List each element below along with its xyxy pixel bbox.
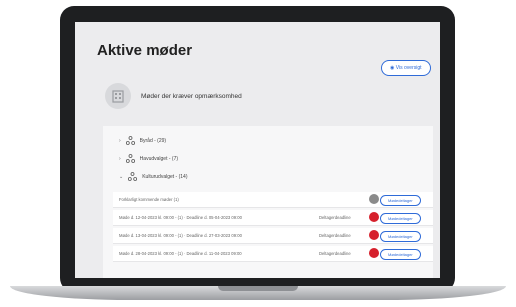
table-row[interactable]: Møde d. 28-04-2023 kl. 09:00 - (1) · Dea…: [113, 246, 433, 262]
status-dot: [369, 194, 379, 204]
participant-button[interactable]: Mødedeltager: [380, 231, 421, 242]
status-dot: [369, 230, 379, 240]
meetings-panel: › Byråd - (29) › Havudvalget - (7) ⌄ Kul…: [103, 126, 433, 278]
building-icon: [105, 83, 131, 109]
view-overview-button[interactable]: ◉ Vis oversigt: [381, 60, 431, 76]
participant-button[interactable]: Mødedeltager: [380, 195, 421, 206]
group-label: Havudvalget - (7): [139, 155, 179, 162]
table-row[interactable]: Møde d. 12-04-2023 kl. 09:00 - (1) · Dea…: [113, 210, 433, 226]
org-icon: [125, 154, 135, 163]
org-icon: [128, 172, 138, 181]
view-overview-label: Vis oversigt: [395, 65, 422, 71]
group-byraad[interactable]: › Byråd - (29): [119, 136, 166, 145]
org-icon: [125, 136, 135, 145]
participant-button[interactable]: Mødedeltager: [380, 213, 421, 224]
participant-button[interactable]: Mødedeltager: [380, 249, 421, 260]
chevron-right-icon: ›: [119, 137, 121, 144]
attention-header: Møder der kræver opmærksomhed: [105, 83, 242, 109]
status-dot: [369, 248, 379, 258]
row-text: Møde d. 13-04-2023 kl. 09:00 - (1) · Dea…: [119, 233, 242, 238]
row-status: Deltagerdeadline: [319, 233, 351, 238]
row-text: Forklarligt kommende møder (1): [119, 197, 179, 202]
chevron-right-icon: ›: [119, 155, 121, 162]
table-row[interactable]: Møde d. 13-04-2023 kl. 09:00 - (1) · Dea…: [113, 228, 433, 244]
group-kulturudvalget[interactable]: ⌄ Kulturudvalget - (14): [119, 172, 188, 181]
app-screen: Aktive møder ◉ Vis oversigt Møder der kr…: [75, 22, 440, 278]
chevron-down-icon: ⌄: [119, 173, 124, 180]
row-text: Møde d. 12-04-2023 kl. 09:00 - (1) · Dea…: [119, 215, 242, 220]
row-status: Deltagerdeadline: [319, 251, 351, 256]
row-text: Møde d. 28-04-2023 kl. 09:00 - (1) · Dea…: [119, 251, 242, 256]
laptop-notch: [218, 286, 298, 291]
row-status: Deltagerdeadline: [319, 215, 351, 220]
group-label: Kulturudvalget - (14): [142, 173, 188, 180]
attention-label: Møder der kræver opmærksomhed: [141, 92, 242, 100]
status-dot: [369, 212, 379, 222]
group-havudvalget[interactable]: › Havudvalget - (7): [119, 154, 178, 163]
page-title: Aktive møder: [97, 42, 193, 59]
group-label: Byråd - (29): [139, 137, 167, 144]
table-row[interactable]: Forklarligt kommende møder (1) Mødedelta…: [113, 192, 433, 208]
